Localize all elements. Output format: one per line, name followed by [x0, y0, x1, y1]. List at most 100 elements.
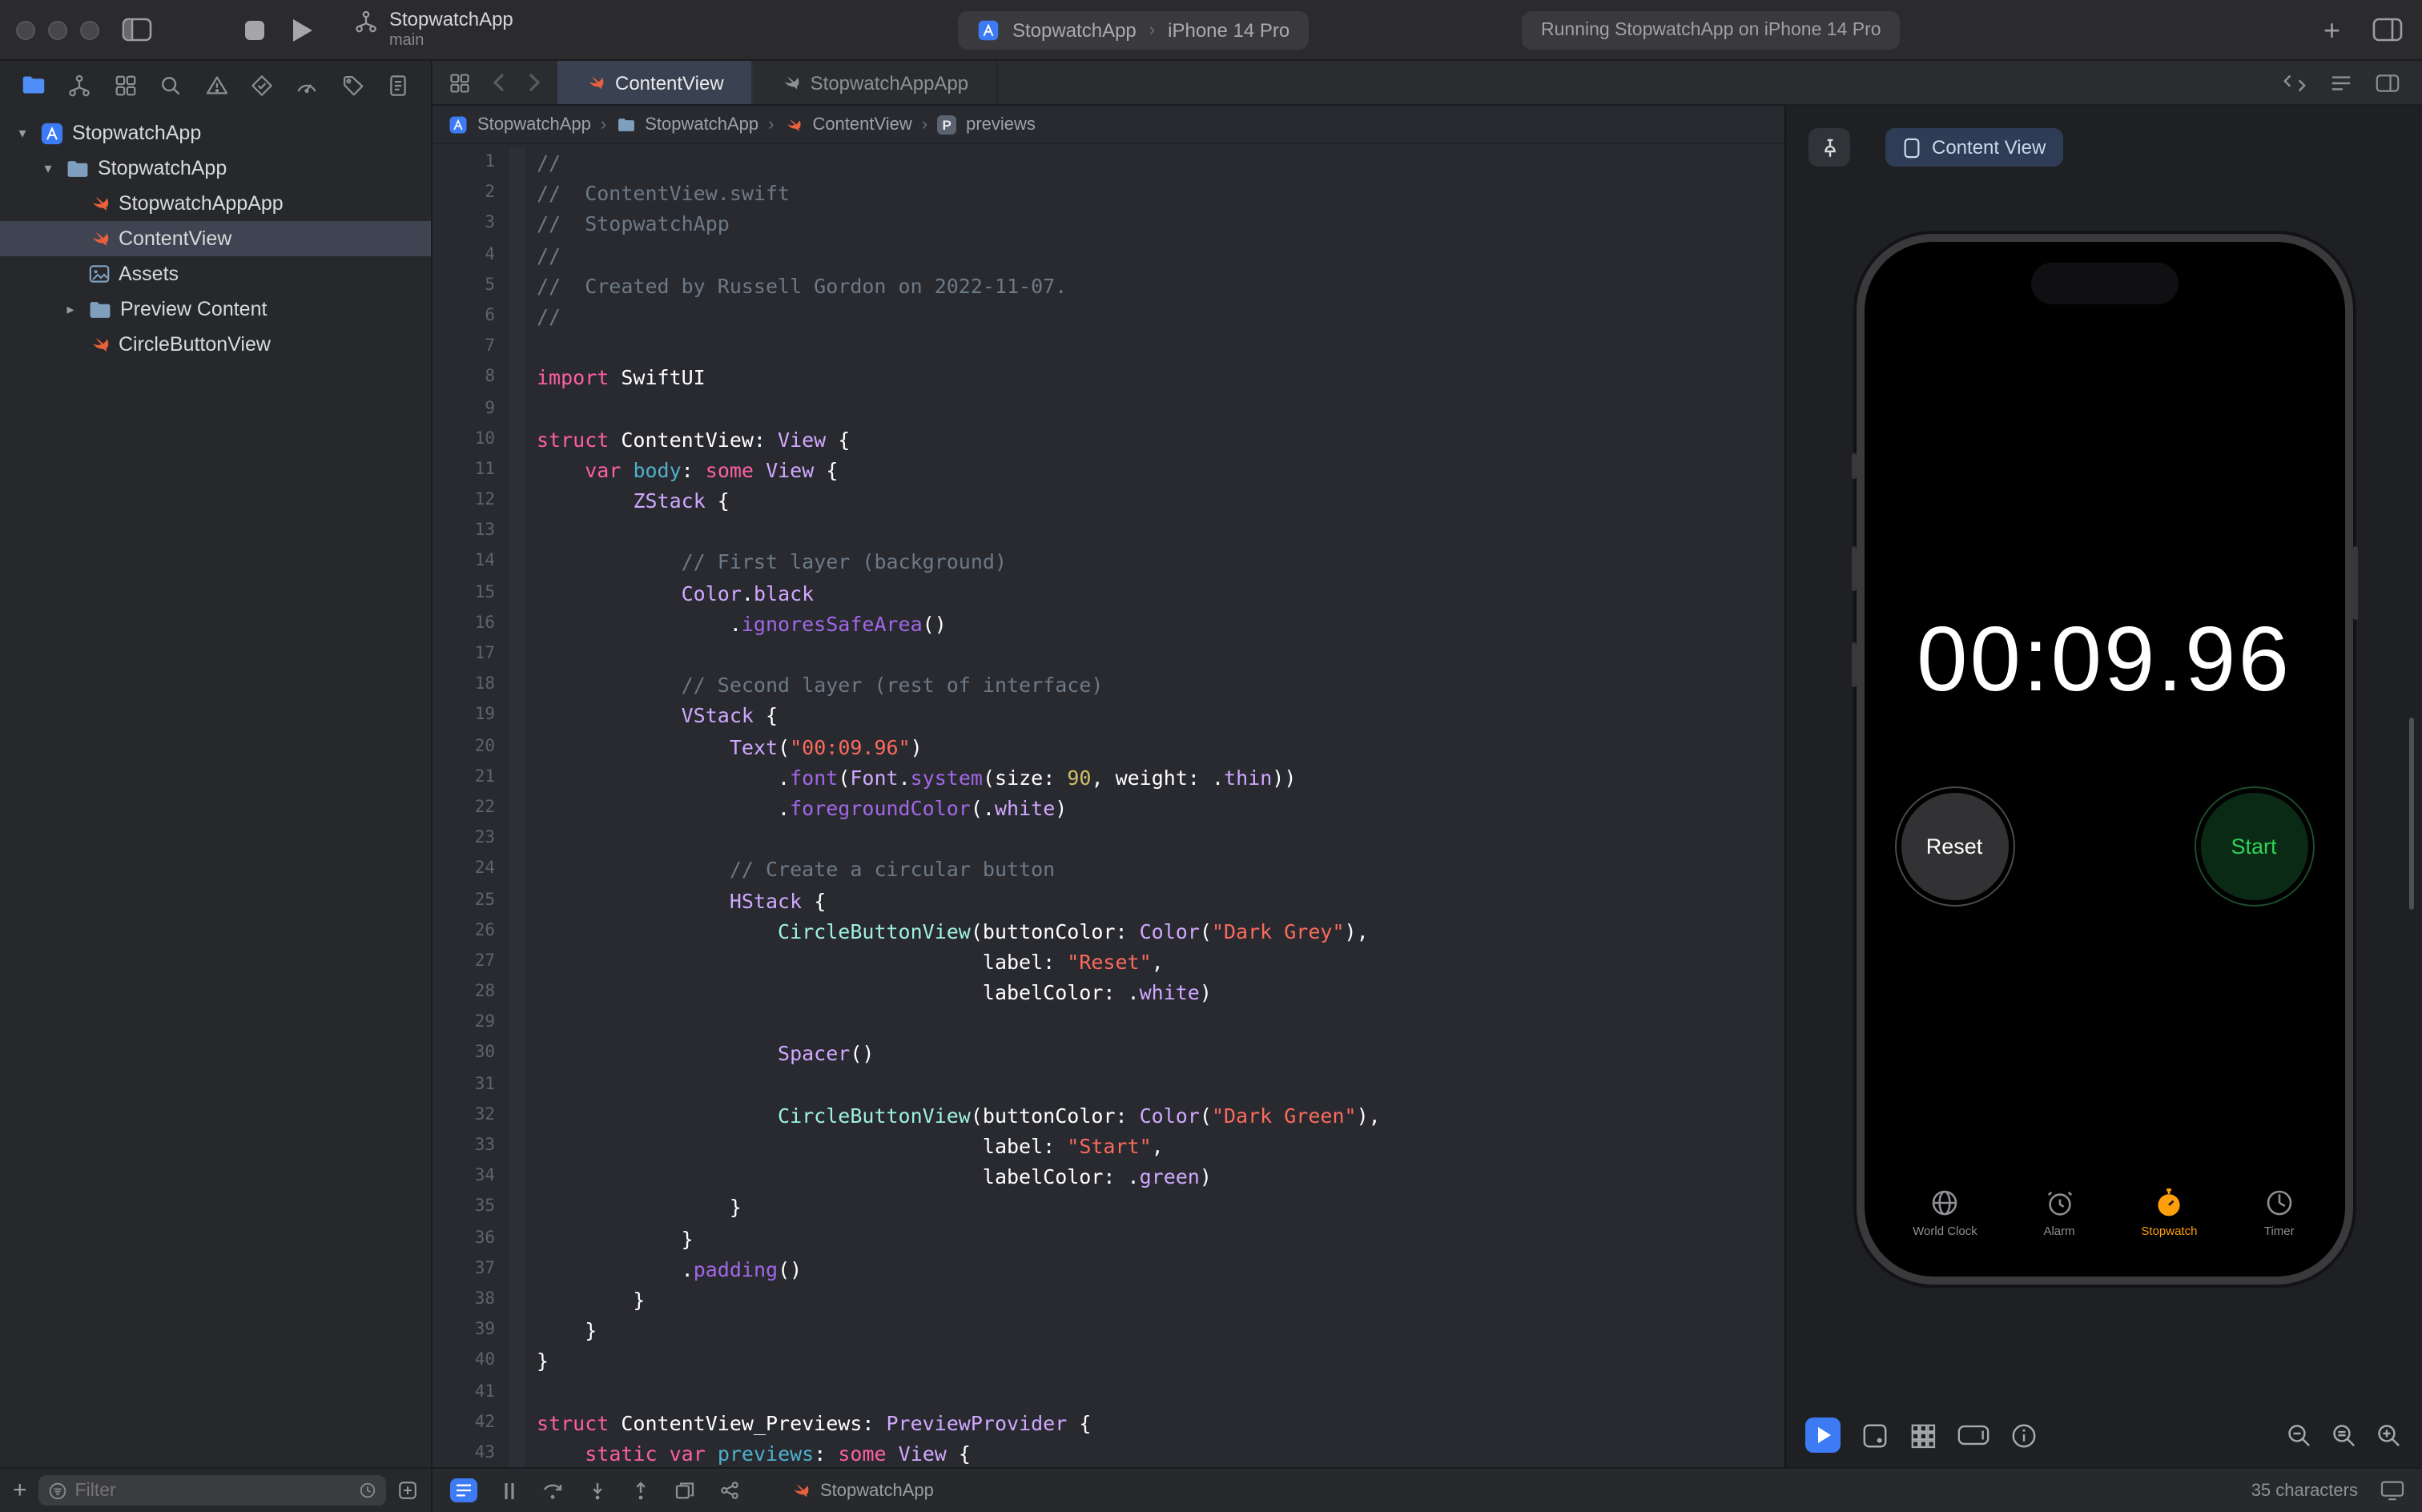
device-settings-icon[interactable] [1957, 1424, 1990, 1446]
active-file-indicator[interactable]: StopwatchApp [790, 1480, 934, 1501]
tree-item-project-root[interactable]: ▾ StopwatchApp [0, 115, 431, 151]
code-line[interactable]: labelColor: .green) [537, 1161, 1784, 1192]
reset-button[interactable]: Reset [1894, 786, 2014, 907]
code-line[interactable] [537, 1069, 1784, 1100]
grid-view-icon[interactable] [1909, 1422, 1937, 1449]
code-line[interactable]: // Create a circular button [537, 855, 1784, 885]
code-line[interactable]: Text("00:09.96") [537, 731, 1784, 762]
code-line[interactable]: VStack { [537, 701, 1784, 731]
preview-selector[interactable]: Content View [1885, 128, 2063, 167]
tree-item-contentview[interactable]: ContentView [0, 221, 431, 256]
go-back-icon[interactable] [492, 72, 506, 93]
code-line[interactable]: // StopwatchApp [537, 209, 1784, 239]
tree-item-stopwatchappapp[interactable]: StopwatchAppApp [0, 186, 431, 221]
navigator-issues-icon[interactable] [204, 73, 228, 97]
stop-button[interactable] [245, 20, 264, 39]
code-line[interactable]: struct ContentView: View { [537, 424, 1784, 454]
chevron-down-icon[interactable]: ▾ [38, 159, 58, 177]
code-line[interactable]: // [537, 301, 1784, 332]
display-icon[interactable] [2380, 1480, 2404, 1501]
breadcrumb[interactable]: StopwatchApp [645, 115, 758, 134]
code-line[interactable]: label: "Start", [537, 1131, 1784, 1161]
code-line[interactable]: } [537, 1346, 1784, 1377]
code-line[interactable] [537, 332, 1784, 362]
chevron-right-icon[interactable]: ▸ [61, 300, 80, 318]
variants-icon[interactable] [1861, 1422, 1889, 1449]
tree-item-group-stopwatchapp[interactable]: ▾ StopwatchApp [0, 151, 431, 186]
code-line[interactable]: } [537, 1192, 1784, 1223]
pin-preview-icon[interactable] [1808, 128, 1850, 167]
code-line[interactable]: .ignoresSafeArea() [537, 609, 1784, 639]
navigator-debug-icon[interactable] [296, 73, 320, 97]
zoom-in-icon[interactable] [2376, 1422, 2403, 1449]
tab-stopwatch[interactable]: Stopwatch [2141, 1187, 2197, 1238]
code-line[interactable]: static var previews: some View { [537, 1438, 1784, 1467]
toggle-navigator-icon[interactable] [122, 18, 152, 42]
pause-execution-icon[interactable] [501, 1481, 517, 1500]
tab-timer[interactable]: Timer [2263, 1187, 2295, 1238]
tab-world-clock[interactable]: World Clock [1913, 1187, 1977, 1238]
chevron-down-icon[interactable]: ▾ [13, 124, 32, 142]
minimap-icon[interactable] [2331, 73, 2352, 92]
memory-graph-icon[interactable] [719, 1480, 740, 1501]
breadcrumb[interactable]: previews [966, 115, 1036, 134]
code-line[interactable]: } [537, 1223, 1784, 1253]
accessibility-info-icon[interactable] [2010, 1422, 2038, 1449]
navigator-symbols-icon[interactable] [114, 73, 138, 97]
recents-icon[interactable] [359, 1482, 376, 1499]
jump-bar[interactable]: StopwatchApp › StopwatchApp › ContentVie… [432, 106, 1784, 144]
step-over-icon[interactable] [541, 1481, 564, 1500]
view-debugger-icon[interactable] [674, 1480, 695, 1501]
step-into-icon[interactable] [588, 1481, 607, 1500]
close-button[interactable] [16, 20, 35, 39]
navigator-source-control-icon[interactable] [68, 73, 92, 97]
canvas-scrollbar[interactable] [2409, 718, 2414, 910]
navigator-breakpoints-icon[interactable] [340, 73, 364, 97]
code-line[interactable]: .foregroundColor(.white) [537, 793, 1784, 823]
code-line[interactable]: // First layer (background) [537, 547, 1784, 577]
code-line[interactable]: Color.black [537, 577, 1784, 608]
navigator-find-icon[interactable] [159, 73, 183, 97]
start-button[interactable]: Start [2194, 786, 2314, 907]
code-line[interactable]: Spacer() [537, 1039, 1784, 1069]
tab-alarm[interactable]: Alarm [2043, 1187, 2075, 1238]
structure-icon[interactable] [450, 1478, 477, 1502]
add-editor-icon[interactable] [2376, 73, 2400, 92]
code-line[interactable]: // Second layer (rest of interface) [537, 670, 1784, 700]
zoom-fit-icon[interactable] [2331, 1422, 2358, 1449]
code-line[interactable]: label: "Reset", [537, 947, 1784, 977]
code-line[interactable]: .padding() [537, 1254, 1784, 1285]
filter-field[interactable] [38, 1475, 386, 1506]
step-out-icon[interactable] [631, 1481, 650, 1500]
code-line[interactable] [537, 1377, 1784, 1407]
code-line[interactable]: CircleButtonView(buttonColor: Color("Dar… [537, 915, 1784, 946]
scheme-selector[interactable]: StopwatchApp › iPhone 14 Pro [958, 11, 1309, 50]
code-line[interactable]: var body: some View { [537, 455, 1784, 485]
code-line[interactable] [537, 393, 1784, 424]
breadcrumb[interactable]: ContentView [812, 115, 911, 134]
live-preview-button[interactable] [1805, 1418, 1841, 1453]
code-line[interactable]: // Created by Russell Gordon on 2022-11-… [537, 271, 1784, 301]
code-review-icon[interactable] [2283, 73, 2307, 92]
navigator-project-icon[interactable] [21, 72, 46, 98]
tree-item-circlebuttonview[interactable]: CircleButtonView [0, 327, 431, 362]
code-line[interactable] [537, 517, 1784, 547]
run-destination[interactable]: iPhone 14 Pro [1168, 19, 1289, 42]
tab-stopwatchappapp[interactable]: StopwatchAppApp [753, 61, 998, 104]
code-line[interactable]: // [537, 147, 1784, 178]
code-line[interactable] [537, 639, 1784, 670]
filter-input[interactable] [75, 1481, 351, 1500]
code-line[interactable]: import SwiftUI [537, 363, 1784, 393]
minimize-button[interactable] [48, 20, 67, 39]
code-line[interactable]: } [537, 1285, 1784, 1315]
tab-contentview[interactable]: ContentView [557, 61, 753, 104]
navigator-tests-icon[interactable] [250, 73, 274, 97]
filter-options-icon[interactable] [397, 1480, 418, 1501]
navigator-reports-icon[interactable] [386, 73, 410, 97]
code-line[interactable]: } [537, 1315, 1784, 1345]
code-line[interactable]: struct ContentView_Previews: PreviewProv… [537, 1407, 1784, 1438]
code-line[interactable]: // ContentView.swift [537, 178, 1784, 208]
code-line[interactable]: HStack { [537, 885, 1784, 915]
run-button[interactable] [293, 18, 312, 41]
zoom-out-icon[interactable] [2286, 1422, 2313, 1449]
